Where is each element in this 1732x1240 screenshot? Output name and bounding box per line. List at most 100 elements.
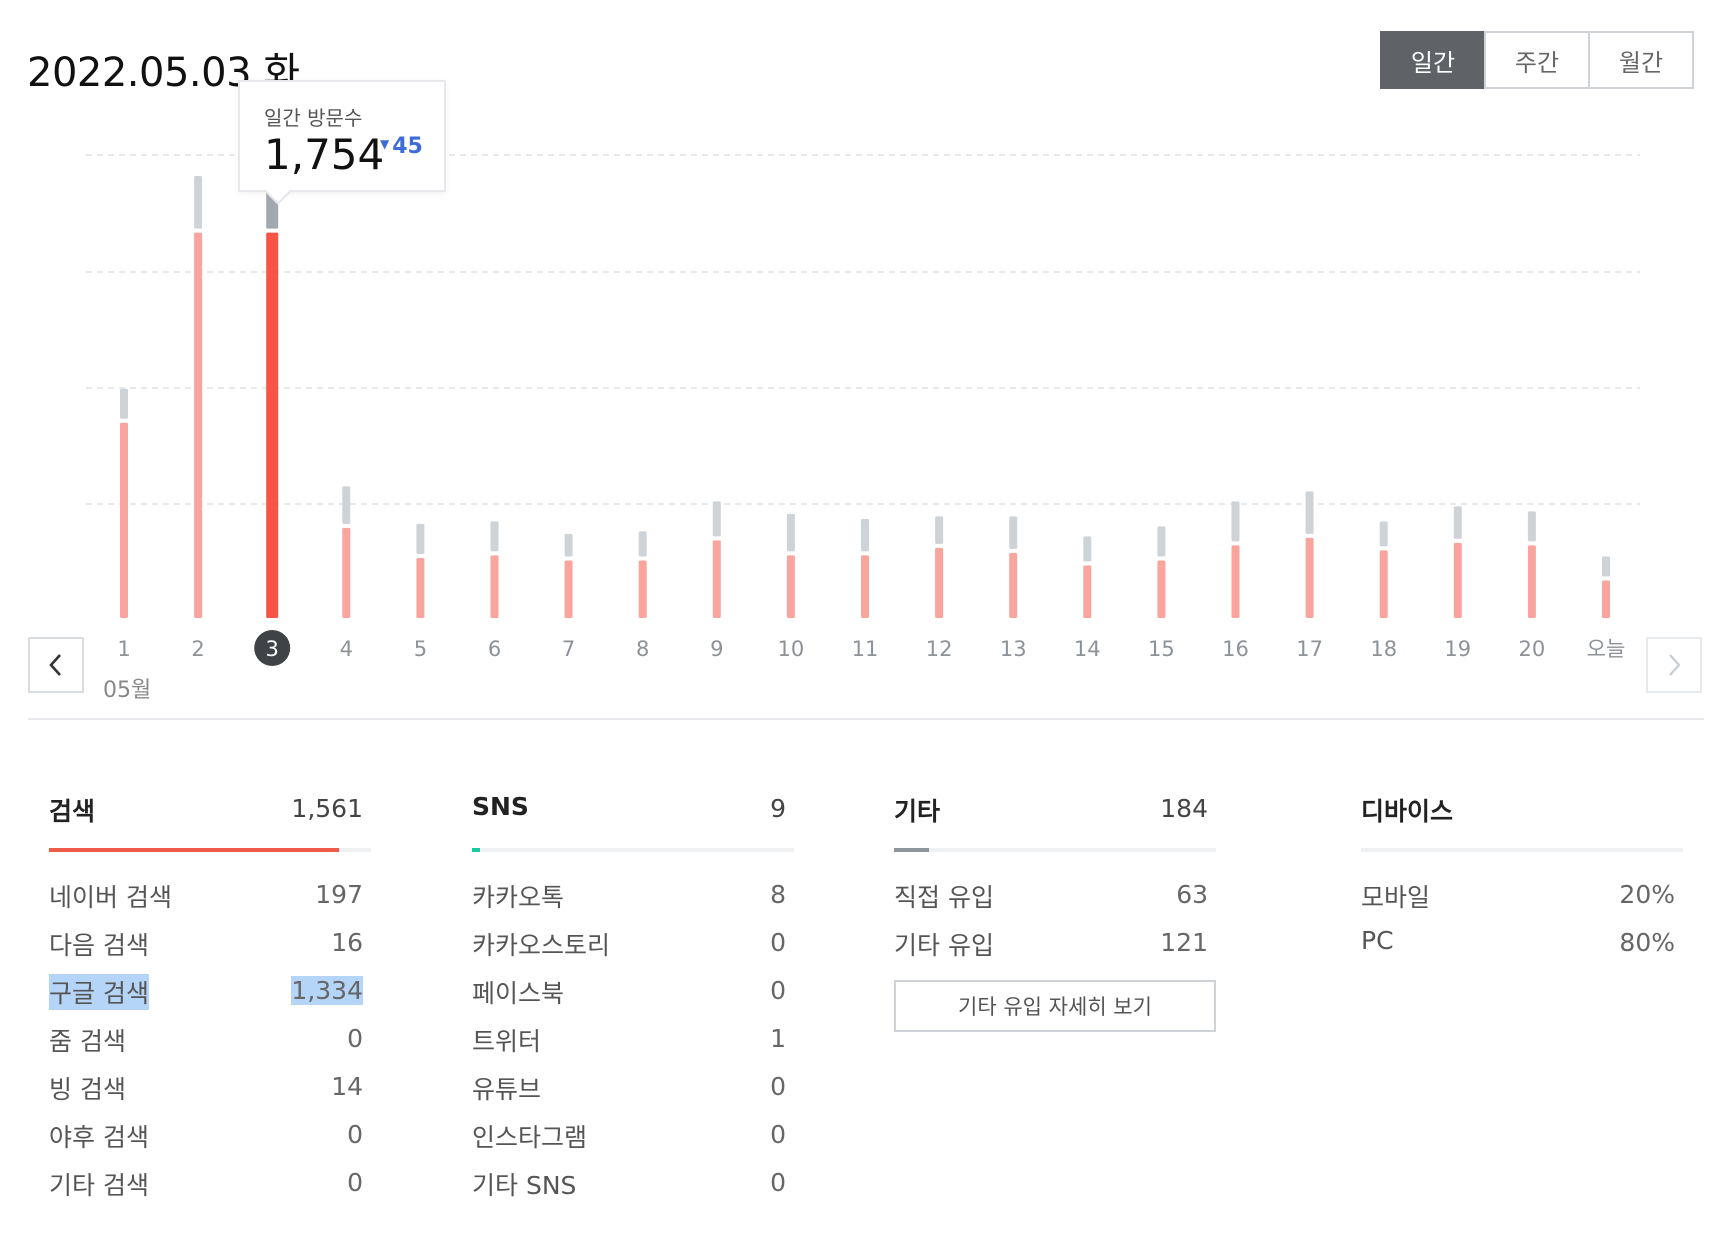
x-tick-label[interactable]: 9 <box>710 637 723 661</box>
chart-bar-secondary[interactable] <box>1083 536 1092 562</box>
row-label: 페이스북 <box>472 979 565 1008</box>
chart-bar-secondary[interactable] <box>564 533 573 557</box>
chart-bar[interactable] <box>861 555 869 618</box>
chart-bar-secondary[interactable] <box>1379 521 1388 547</box>
row-value: 0 <box>770 976 786 1005</box>
chart-bar-secondary[interactable] <box>935 516 944 544</box>
chart-bar[interactable] <box>786 555 795 618</box>
chart-bar[interactable] <box>1602 580 1610 618</box>
x-tick-label[interactable]: 19 <box>1444 637 1471 661</box>
list-item: 기타 유입 121 <box>894 920 1216 968</box>
chart-bar-secondary[interactable] <box>1009 516 1018 549</box>
list-item: PC 80% <box>1361 920 1683 968</box>
x-tick-label[interactable]: 2 <box>191 637 204 661</box>
chart-bar[interactable] <box>1157 560 1166 618</box>
chart-bar-secondary[interactable] <box>638 531 647 557</box>
chart-bar[interactable] <box>564 560 573 618</box>
chart-bar-secondary[interactable] <box>1453 506 1462 539</box>
chart-bar-secondary[interactable] <box>1305 491 1314 534</box>
row-label: 모바일 <box>1361 883 1431 912</box>
row-label: 네이버 검색 <box>49 883 172 912</box>
chart-bar[interactable] <box>490 555 499 618</box>
search-bar <box>49 848 371 852</box>
chart-bar[interactable] <box>416 557 425 618</box>
row-value: 0 <box>347 1120 363 1149</box>
sns-section: SNS 9 카카오톡 8 카카오스토리 0 페이스북 0 트위터 1 유튜브 0 인스타그… <box>472 792 794 1200</box>
x-tick-label[interactable]: 오늘 <box>1587 637 1626 661</box>
search-total: 1,561 <box>291 794 363 823</box>
next-button[interactable] <box>1646 637 1702 693</box>
tooltip-change: ▼ 45 <box>380 134 423 159</box>
x-tick-label[interactable]: 11 <box>852 637 879 661</box>
row-value: 0 <box>770 1120 786 1149</box>
x-tick-label[interactable]: 1 <box>117 637 130 661</box>
chart-bar[interactable] <box>1379 550 1388 618</box>
list-item: 인스타그램 0 <box>472 1112 794 1160</box>
x-tick-label[interactable]: 14 <box>1074 637 1101 661</box>
x-tick-label[interactable]: 13 <box>1000 637 1027 661</box>
chart-bar-secondary[interactable] <box>861 518 869 552</box>
chart-bar-secondary[interactable] <box>490 521 499 552</box>
chevron-right-icon <box>1669 654 1681 676</box>
chart-bar-secondary[interactable] <box>120 388 128 419</box>
chart-bar[interactable] <box>1009 552 1018 618</box>
chart-bar[interactable] <box>1453 542 1462 618</box>
sns-total: 9 <box>770 794 786 823</box>
chart-bar[interactable] <box>935 547 944 618</box>
list-item: 줌 검색 0 <box>49 1016 371 1064</box>
x-tick-label[interactable]: 10 <box>778 637 805 661</box>
chart-bar-secondary[interactable] <box>1527 511 1536 542</box>
chart-bar[interactable] <box>342 527 351 618</box>
chart-bar[interactable] <box>120 422 128 618</box>
chart-bar[interactable] <box>712 540 721 618</box>
chart-bar[interactable] <box>1231 545 1240 618</box>
chart-bar-secondary[interactable] <box>416 523 425 554</box>
chart-bar[interactable] <box>638 560 647 618</box>
x-tick-label[interactable]: 18 <box>1370 637 1397 661</box>
row-label: 카카오스토리 <box>472 931 611 960</box>
x-tick-label[interactable]: 7 <box>562 637 575 661</box>
row-value: 0 <box>347 1168 363 1197</box>
list-item: 유튜브 0 <box>472 1064 794 1112</box>
search-title: 검색 <box>49 797 96 826</box>
x-tick-label[interactable]: 16 <box>1222 637 1249 661</box>
x-tick-label[interactable]: 5 <box>414 637 427 661</box>
sns-title: SNS <box>472 792 529 821</box>
x-tick-label[interactable]: 20 <box>1519 637 1546 661</box>
list-item: 트위터 1 <box>472 1016 794 1064</box>
chevron-left-icon <box>49 654 61 676</box>
list-item: 다음 검색 16 <box>49 920 371 968</box>
x-tick-label[interactable]: 12 <box>926 637 953 661</box>
chart-bar-secondary[interactable] <box>786 513 795 552</box>
row-value: 197 <box>315 880 363 909</box>
x-tick-label[interactable]: 4 <box>340 637 353 661</box>
chart-bar-secondary[interactable] <box>1231 501 1240 542</box>
etc-title: 기타 <box>894 797 941 826</box>
row-label: 직접 유입 <box>894 883 994 912</box>
chart-bar[interactable] <box>266 232 279 618</box>
chart-bar[interactable] <box>1083 565 1092 618</box>
chart-bar[interactable] <box>194 232 203 618</box>
row-value: 0 <box>770 1072 786 1101</box>
etc-detail-button[interactable]: 기타 유입 자세히 보기 <box>894 980 1216 1032</box>
row-label: 인스타그램 <box>472 1123 588 1152</box>
x-tick-label[interactable]: 15 <box>1148 637 1175 661</box>
chart-bar[interactable] <box>1527 545 1536 618</box>
sns-bar <box>472 848 794 852</box>
device-bar <box>1361 848 1683 852</box>
chart-bar-secondary[interactable] <box>342 486 351 524</box>
prev-button[interactable] <box>28 637 84 693</box>
x-tick-label[interactable]: 8 <box>636 637 649 661</box>
row-label: 기타 유입 <box>894 931 994 960</box>
list-item: 카카오스토리 0 <box>472 920 794 968</box>
list-item: 빙 검색 14 <box>49 1064 371 1112</box>
chart-bar[interactable] <box>1305 537 1314 618</box>
x-tick-label[interactable]: 3 <box>266 637 279 661</box>
chart-bar-secondary[interactable] <box>194 176 203 229</box>
row-label: 기타 검색 <box>49 1171 149 1200</box>
x-tick-label[interactable]: 6 <box>488 637 501 661</box>
chart-bar-secondary[interactable] <box>1602 556 1610 577</box>
x-tick-label[interactable]: 17 <box>1296 637 1323 661</box>
chart-bar-secondary[interactable] <box>712 501 721 537</box>
chart-bar-secondary[interactable] <box>1157 526 1166 557</box>
